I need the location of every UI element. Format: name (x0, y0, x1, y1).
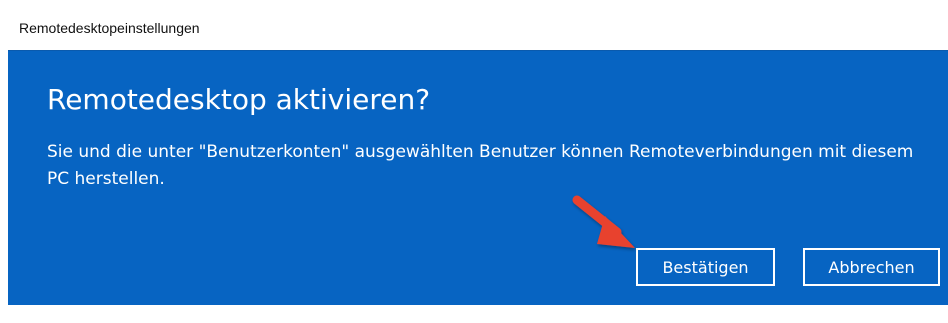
confirm-dialog: Remotedesktop aktivieren? Sie und die un… (8, 50, 948, 306)
window-title: Remotedesktopeinstellungen (19, 20, 200, 36)
title-bar: Remotedesktopeinstellungen (8, 0, 948, 50)
dialog-heading: Remotedesktop aktivieren? (47, 83, 431, 116)
settings-window: Remotedesktopeinstellungen Remotedesktop… (0, 0, 948, 323)
confirm-button[interactable]: Bestätigen (636, 248, 775, 286)
cancel-button-label: Abbrechen (828, 257, 915, 277)
cancel-button[interactable]: Abbrechen (803, 248, 940, 286)
dialog-message: Sie und die unter "Benutzerkonten" ausge… (47, 142, 914, 189)
confirm-button-label: Bestätigen (662, 257, 749, 277)
window-bottom (8, 305, 948, 323)
